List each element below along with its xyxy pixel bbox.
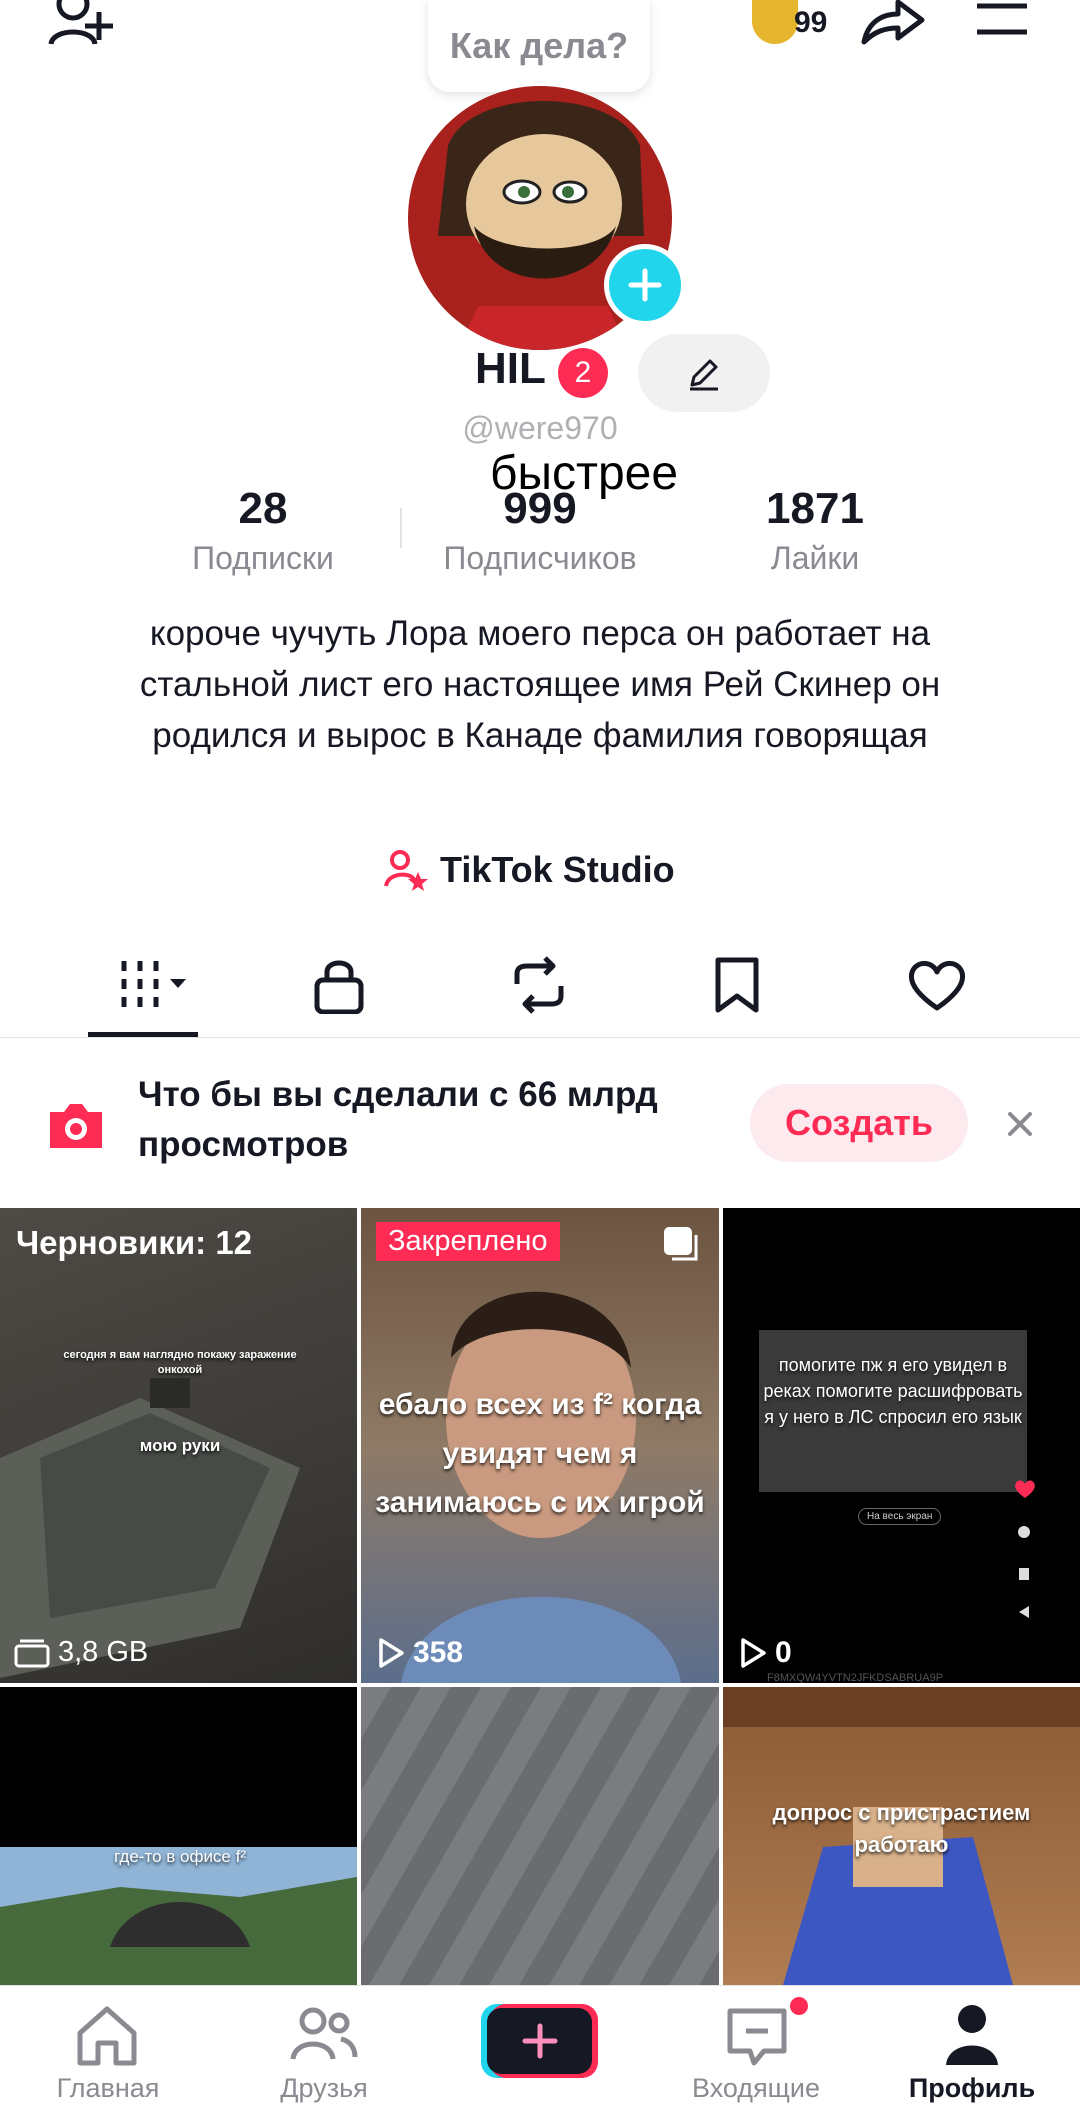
profile-bio: короче чучуть Лора моего перса он работа… bbox=[139, 614, 941, 755]
stat-divider bbox=[400, 508, 402, 548]
nav-inbox-label: Входящие bbox=[691, 2073, 820, 2103]
followers-count[interactable]: 999 bbox=[420, 484, 660, 534]
status-bubble[interactable]: Как дела? bbox=[428, 0, 650, 92]
create-video-button[interactable] bbox=[481, 2004, 598, 2078]
plus-icon bbox=[487, 2008, 592, 2074]
notification-badge: 2 bbox=[558, 348, 608, 398]
video-3-heart-icon bbox=[1013, 1478, 1037, 1500]
following-count[interactable]: 28 bbox=[143, 484, 383, 534]
play-icon bbox=[741, 1638, 766, 1668]
camera-icon bbox=[44, 1094, 108, 1158]
profile-icon bbox=[946, 2005, 998, 2065]
tab-liked[interactable] bbox=[892, 950, 982, 1020]
tab-videos[interactable] bbox=[100, 950, 200, 1020]
tabs-divider bbox=[0, 1037, 1080, 1038]
close-icon[interactable] bbox=[1000, 1104, 1040, 1144]
friends-avatar[interactable] bbox=[752, 0, 798, 44]
video-3-id: F8MXQW4YVTN2JFKDSABRUA9P bbox=[767, 1672, 944, 1683]
menu-icon[interactable] bbox=[972, 0, 1032, 40]
video-3-side-icons bbox=[1017, 1526, 1031, 1636]
followers-label: Подписчиков bbox=[443, 540, 637, 576]
studio-icon bbox=[384, 848, 428, 892]
drafts-caption-top: сегодня я вам наглядно покажу заражение … bbox=[63, 1349, 297, 1376]
drafts-label: Черновики: 12 bbox=[16, 1224, 253, 1261]
nav-home-label: Главная bbox=[56, 2073, 160, 2103]
drafts-size-value: 3,8 GB bbox=[58, 1636, 149, 1668]
nav-home[interactable]: Главная bbox=[18, 1985, 198, 2103]
nav-inbox[interactable]: Входящие bbox=[666, 1985, 846, 2103]
drafts-caption: мою руки bbox=[139, 1436, 221, 1455]
storage-icon bbox=[14, 1639, 50, 1667]
create-button[interactable]: Создать bbox=[750, 1084, 968, 1162]
share-icon[interactable] bbox=[858, 0, 928, 46]
video-3-views: 0 bbox=[739, 1636, 792, 1670]
pinned-caption: ебало всех из f² когда увидят чем я зани… bbox=[375, 1388, 705, 1519]
profile-name: HIL bbox=[475, 344, 546, 393]
tab-favorites[interactable] bbox=[692, 950, 782, 1020]
profile-handle: @were970 bbox=[462, 410, 618, 446]
multi-photo-icon bbox=[661, 1224, 701, 1264]
edit-profile-button[interactable] bbox=[638, 334, 770, 412]
promo-text: Что бы вы сделали с 66 млрд просмотров bbox=[138, 1075, 658, 1164]
nav-friends-label: Друзья bbox=[280, 2073, 368, 2103]
following-label: Подписки bbox=[192, 540, 334, 576]
create-button-label: Создать bbox=[784, 1102, 934, 1143]
home-icon bbox=[77, 2006, 137, 2066]
nav-friends[interactable]: Друзья bbox=[234, 1985, 414, 2103]
video-tile-4[interactable]: где-то в офисе f² bbox=[0, 1687, 357, 1985]
video-3-views-count: 0 bbox=[775, 1636, 792, 1669]
pinned-badge-label: Закреплено bbox=[388, 1225, 548, 1257]
pinned-badge: Закреплено bbox=[376, 1222, 560, 1261]
play-icon bbox=[379, 1638, 404, 1668]
video-tile-3[interactable]: помогите пж я его увидел в реках помогит… bbox=[723, 1208, 1080, 1683]
nav-profile-label: Профиль bbox=[908, 2073, 1036, 2103]
add-story-button[interactable] bbox=[604, 244, 686, 326]
pinned-video-tile[interactable]: Закреплено ебало всех из f² когда увидят… bbox=[361, 1208, 719, 1683]
add-friend-icon[interactable] bbox=[40, 0, 120, 50]
tiktok-studio-link[interactable]: TikTok Studio bbox=[384, 844, 675, 896]
notification-badge-count: 2 bbox=[574, 356, 592, 389]
video-3-small: На весь экран bbox=[858, 1508, 942, 1525]
nav-profile[interactable]: Профиль bbox=[882, 1985, 1062, 2103]
video-6-caption: допрос с пристрастием работаю bbox=[772, 1800, 1031, 1857]
inbox-dot bbox=[790, 1997, 808, 2015]
friends-count: 99 bbox=[794, 6, 828, 39]
likes-label: Лайки bbox=[770, 540, 860, 576]
video-3-caption: помогите пж я его увидел в реках помогит… bbox=[763, 1355, 1023, 1427]
video-tile-6[interactable]: допрос с пристрастием работаю bbox=[723, 1687, 1080, 1985]
video-tile-5[interactable] bbox=[361, 1687, 719, 1985]
studio-label: TikTok Studio bbox=[440, 849, 675, 890]
status-bubble-text: Как дела? bbox=[449, 25, 629, 66]
pinned-views-count: 358 bbox=[413, 1636, 464, 1669]
drafts-tile[interactable]: Черновики: 12 сегодня я вам наглядно пок… bbox=[0, 1208, 357, 1683]
tab-private[interactable] bbox=[294, 950, 384, 1020]
friends-icon bbox=[290, 2007, 358, 2060]
tab-reposts[interactable] bbox=[494, 950, 584, 1020]
video-4-caption: где-то в офисе f² bbox=[114, 1847, 246, 1866]
pinned-views: 358 bbox=[377, 1636, 463, 1670]
likes-count[interactable]: 1871 bbox=[695, 484, 935, 534]
inbox-icon bbox=[727, 2008, 787, 2066]
drafts-size: 3,8 GB bbox=[14, 1636, 148, 1669]
